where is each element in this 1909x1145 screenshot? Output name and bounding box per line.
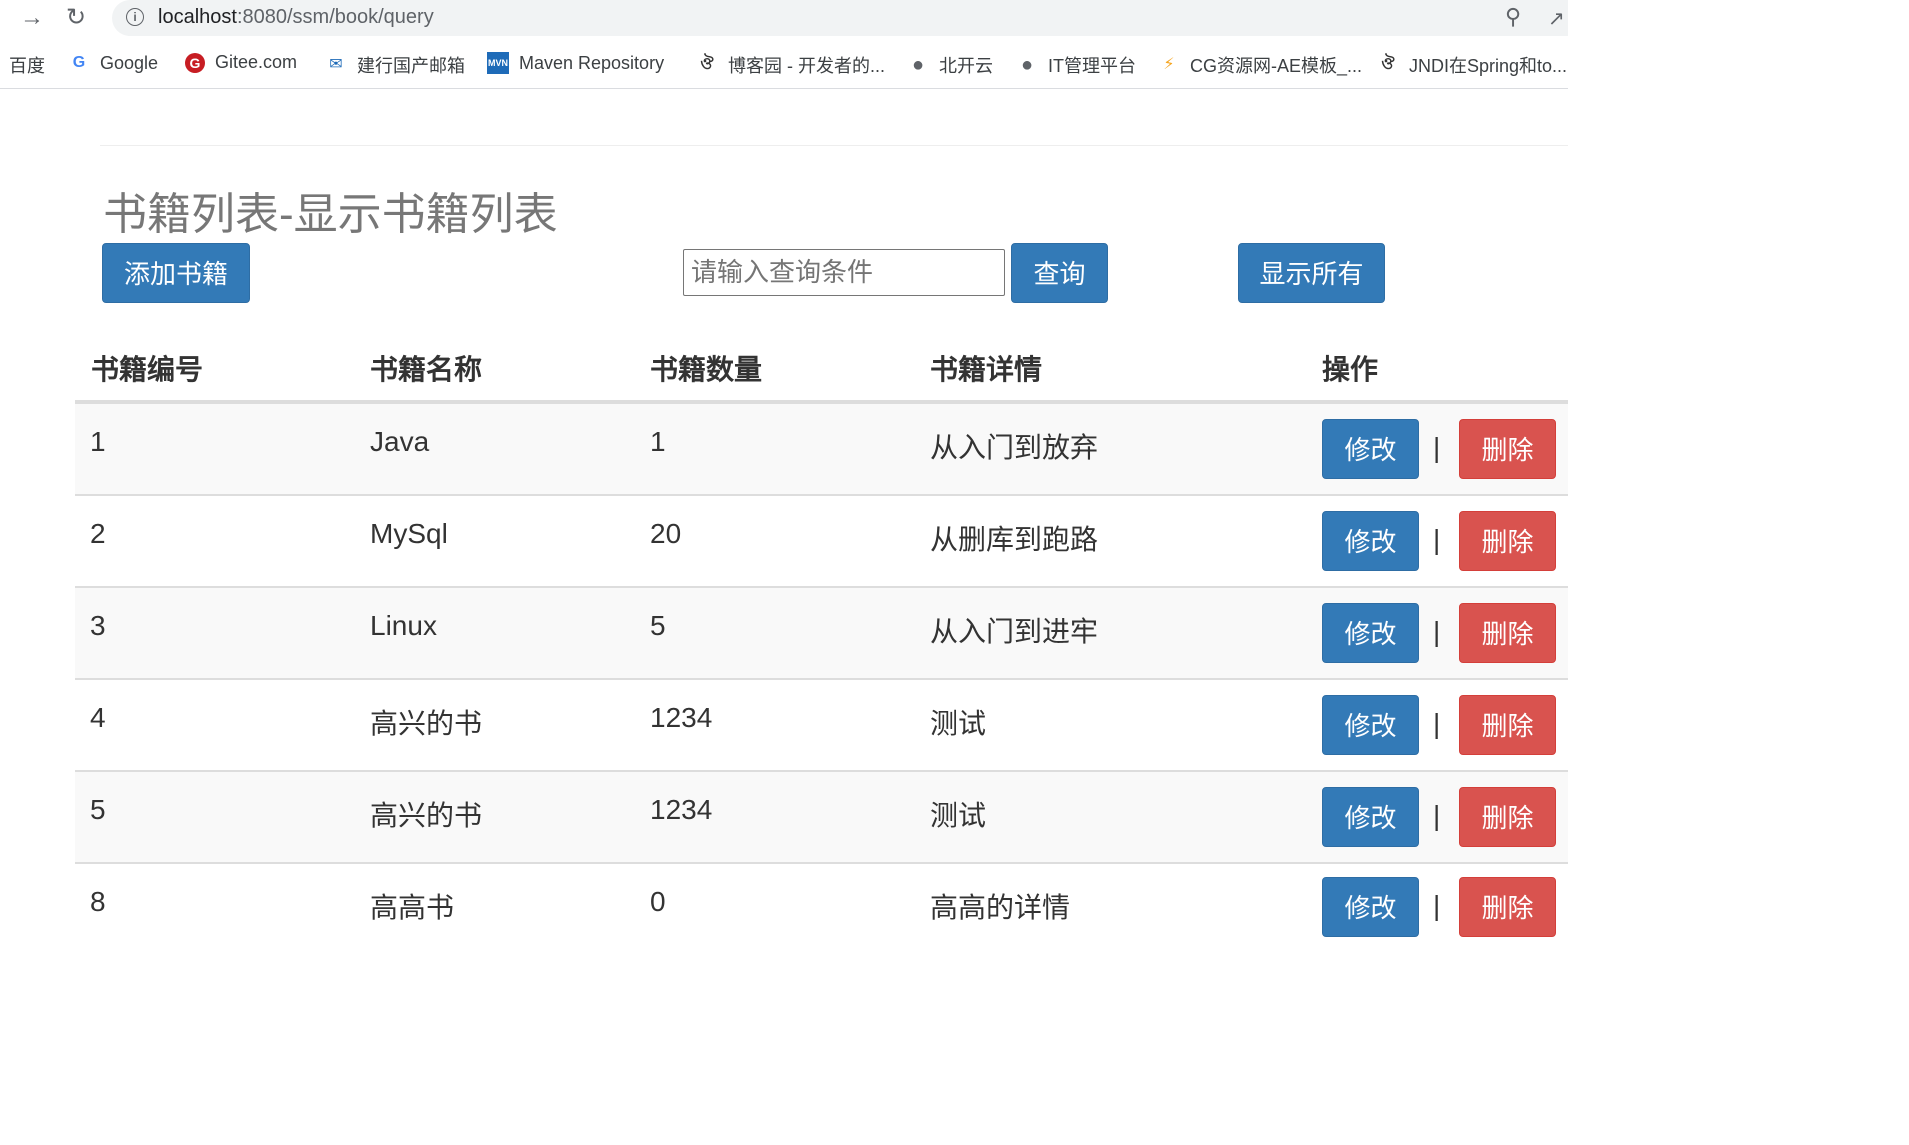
bookmark-label: Google xyxy=(100,52,159,73)
edit-button[interactable]: 修改 xyxy=(1322,877,1419,937)
bookmark-label: 北开云 xyxy=(939,56,993,76)
cell-count: 1 xyxy=(650,426,666,457)
edit-button[interactable]: 修改 xyxy=(1322,511,1419,571)
bookmark-label: CG资源网-AE模板_... xyxy=(1190,56,1363,76)
delete-button[interactable]: 删除 xyxy=(1459,877,1556,937)
cell-id: 1 xyxy=(90,426,106,457)
google-icon: G xyxy=(72,54,86,71)
column-header-name: 书籍名称 xyxy=(370,354,483,385)
edit-button[interactable]: 修改 xyxy=(1322,695,1419,755)
bookmark-label: 博客园 - 开发者的... xyxy=(728,56,885,76)
delete-button[interactable]: 删除 xyxy=(1459,603,1556,663)
cell-id: 3 xyxy=(90,610,106,641)
reload-icon[interactable]: ↻ xyxy=(66,4,86,32)
cell-detail: 从入门到放弃 xyxy=(930,432,1099,463)
mail-icon: ✉ xyxy=(329,56,343,73)
cnblogs-icon: ঔ xyxy=(1381,56,1395,73)
bookmark-baidu[interactable]: 百度 xyxy=(9,52,45,78)
bookmark-label: Gitee.com xyxy=(215,52,298,72)
cell-name: MySql xyxy=(370,518,448,549)
gitee-icon: G xyxy=(185,52,205,73)
table-row: 4 高兴的书 1234 测试 修改 | 删除 xyxy=(75,680,1568,772)
back-arrow-icon[interactable]: → xyxy=(20,4,44,32)
search-input[interactable] xyxy=(683,249,1005,296)
show-all-button[interactable]: 显示所有 xyxy=(1238,243,1385,303)
cell-count: 1234 xyxy=(650,794,713,825)
cell-id: 8 xyxy=(90,886,106,917)
column-header-count: 书籍数量 xyxy=(650,354,763,385)
cell-name: 高兴的书 xyxy=(370,800,483,831)
page-title: 书籍列表-显示书籍列表 xyxy=(103,190,558,239)
cell-detail: 测试 xyxy=(930,800,987,831)
bookmark-label: IT管理平台 xyxy=(1048,56,1136,76)
bookmark-jndi[interactable]: ঔ JNDI在Spring和to... xyxy=(1377,52,1567,78)
bookmark-beikaiyun[interactable]: ● 北开云 xyxy=(907,52,993,78)
globe-icon: ● xyxy=(1020,54,1034,76)
bookmark-it-platform[interactable]: ● IT管理平台 xyxy=(1016,52,1136,78)
bookmark-maven[interactable]: MVN Maven Repository xyxy=(487,52,664,74)
column-header-id: 书籍编号 xyxy=(91,354,204,385)
table-row: 8 高高书 0 高高的详情 修改 | 删除 xyxy=(75,864,1568,956)
action-separator: | xyxy=(1433,800,1441,831)
bookmark-cg-resources[interactable]: ⚡ CG资源网-AE模板_... xyxy=(1158,52,1362,78)
table-row: 3 Linux 5 从入门到进牢 修改 | 删除 xyxy=(75,588,1568,680)
edit-button[interactable]: 修改 xyxy=(1322,603,1419,663)
cell-name: 高高书 xyxy=(370,892,455,923)
zoom-icon[interactable]: ⚲ xyxy=(1505,4,1521,30)
delete-button[interactable]: 删除 xyxy=(1459,787,1556,847)
browser-toolbar: → ↻ i localhost:8080/ssm/book/query ⚲ ↗ xyxy=(0,0,1568,36)
cell-name: Java xyxy=(370,426,430,457)
share-icon[interactable]: ↗ xyxy=(1548,6,1565,31)
globe-icon: ● xyxy=(911,54,925,76)
url-host: localhost xyxy=(158,6,237,28)
delete-button[interactable]: 删除 xyxy=(1459,695,1556,755)
lightning-icon: ⚡ xyxy=(1163,56,1175,73)
cell-count: 5 xyxy=(650,610,666,641)
cell-detail: 从入门到进牢 xyxy=(930,616,1099,647)
cell-name: 高兴的书 xyxy=(370,708,483,739)
divider xyxy=(100,145,1568,146)
cell-detail: 从删库到跑路 xyxy=(930,524,1099,555)
delete-button[interactable]: 删除 xyxy=(1459,419,1556,479)
cell-id: 5 xyxy=(90,794,106,825)
cell-id: 4 xyxy=(90,702,106,733)
bookmark-google[interactable]: G Google xyxy=(68,52,158,74)
bookmarks-bar: 百度 G Google G Gitee.com ✉ 建行国产邮箱 MVN Mav… xyxy=(0,40,1568,89)
bookmark-label: Maven Repository xyxy=(519,52,665,73)
table-row: 2 MySql 20 从删库到跑路 修改 | 删除 xyxy=(75,496,1568,588)
table-row: 1 Java 1 从入门到放弃 修改 | 删除 xyxy=(75,404,1568,496)
url-path: :8080/ssm/book/query xyxy=(236,6,434,28)
bookmark-label: JNDI在Spring和to... xyxy=(1409,56,1568,76)
cell-name: Linux xyxy=(370,610,437,641)
cell-detail: 测试 xyxy=(930,708,987,739)
edit-button[interactable]: 修改 xyxy=(1322,787,1419,847)
cell-count: 20 xyxy=(650,518,682,549)
maven-icon: MVN xyxy=(487,52,509,74)
url-text[interactable]: localhost:8080/ssm/book/query xyxy=(158,6,434,29)
column-header-detail: 书籍详情 xyxy=(930,354,1043,385)
bookmark-ccb-mail[interactable]: ✉ 建行国产邮箱 xyxy=(325,52,465,78)
action-separator: | xyxy=(1433,616,1441,647)
search-button[interactable]: 查询 xyxy=(1011,243,1108,303)
action-separator: | xyxy=(1433,432,1441,463)
delete-button[interactable]: 删除 xyxy=(1459,511,1556,571)
edit-button[interactable]: 修改 xyxy=(1322,419,1419,479)
bookmark-cnblogs[interactable]: ঔ 博客园 - 开发者的... xyxy=(696,52,885,78)
info-icon[interactable]: i xyxy=(126,8,144,26)
bookmark-gitee[interactable]: G Gitee.com xyxy=(185,52,297,73)
cell-detail: 高高的详情 xyxy=(930,892,1071,923)
action-separator: | xyxy=(1433,708,1441,739)
add-book-button[interactable]: 添加书籍 xyxy=(102,243,250,303)
bookmark-label: 建行国产邮箱 xyxy=(357,56,465,76)
column-header-actions: 操作 xyxy=(1322,354,1379,385)
cell-count: 0 xyxy=(650,886,666,917)
bookmark-label: 百度 xyxy=(9,56,45,76)
action-separator: | xyxy=(1433,890,1441,921)
cell-count: 1234 xyxy=(650,702,713,733)
action-separator: | xyxy=(1433,524,1441,555)
table-row: 5 高兴的书 1234 测试 修改 | 删除 xyxy=(75,772,1568,864)
cnblogs-icon: ঔ xyxy=(700,56,714,73)
cell-id: 2 xyxy=(90,518,106,549)
